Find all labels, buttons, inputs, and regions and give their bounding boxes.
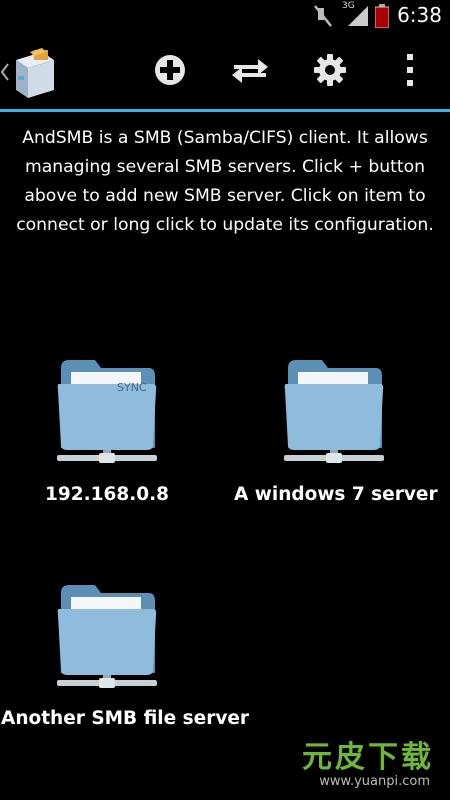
server-item[interactable]: SYNC 192.168.0.8	[7, 350, 207, 515]
status-time: 6:38	[397, 3, 442, 27]
network-folder-icon	[284, 360, 384, 463]
network-folder-icon	[57, 585, 157, 688]
andsmb-app-icon	[16, 48, 54, 98]
action-bar-divider	[0, 109, 450, 112]
app-home-button[interactable]	[0, 44, 66, 104]
network-folder-icon	[57, 360, 157, 463]
server-label: 192.168.0.8	[44, 484, 170, 505]
watermark: 元皮下载 www.yuanpi.com	[278, 732, 450, 800]
vertical-dots-icon	[407, 54, 413, 86]
status-bar: 3G 6:38	[0, 0, 450, 32]
watermark-title: 元皮下载	[302, 740, 434, 775]
action-bar	[0, 32, 450, 110]
mute-icon	[314, 5, 332, 27]
plus-circle-icon	[155, 55, 185, 85]
server-label: Another SMB file server	[1, 708, 250, 729]
signal-icon	[348, 6, 368, 26]
settings-button[interactable]	[306, 44, 354, 96]
server-item[interactable]: Another SMB file server	[1, 575, 249, 740]
gear-icon	[314, 54, 346, 86]
battery-icon	[375, 4, 389, 28]
sync-badge: SYNC	[117, 381, 147, 394]
intro-description: AndSMB is a SMB (Samba/CIFS) client. It …	[16, 128, 434, 235]
add-server-button[interactable]	[146, 44, 194, 96]
overflow-menu-button[interactable]	[386, 44, 434, 96]
server-label: A windows 7 server	[234, 484, 438, 505]
transfer-button[interactable]	[226, 44, 274, 96]
server-item[interactable]: A windows 7 server	[234, 350, 438, 515]
swap-arrows-icon	[232, 59, 268, 83]
watermark-url: www.yuanpi.com	[319, 774, 430, 789]
